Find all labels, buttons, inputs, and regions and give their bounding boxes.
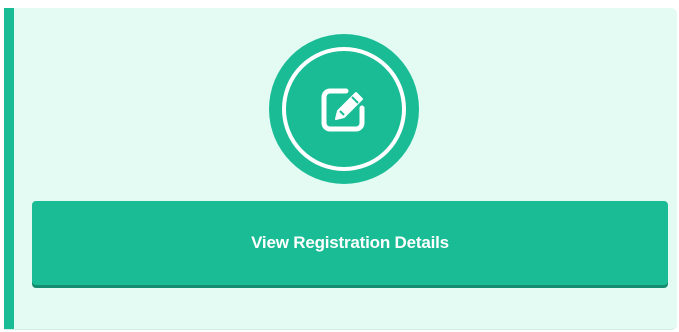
view-registration-details-button[interactable]: View Registration Details [32, 201, 668, 285]
edit-icon [321, 88, 365, 132]
edit-icon-badge [269, 34, 419, 184]
card-accent-bar [4, 8, 14, 329]
edit-icon-ring [282, 47, 406, 171]
registration-card: View Registration Details [4, 8, 677, 330]
